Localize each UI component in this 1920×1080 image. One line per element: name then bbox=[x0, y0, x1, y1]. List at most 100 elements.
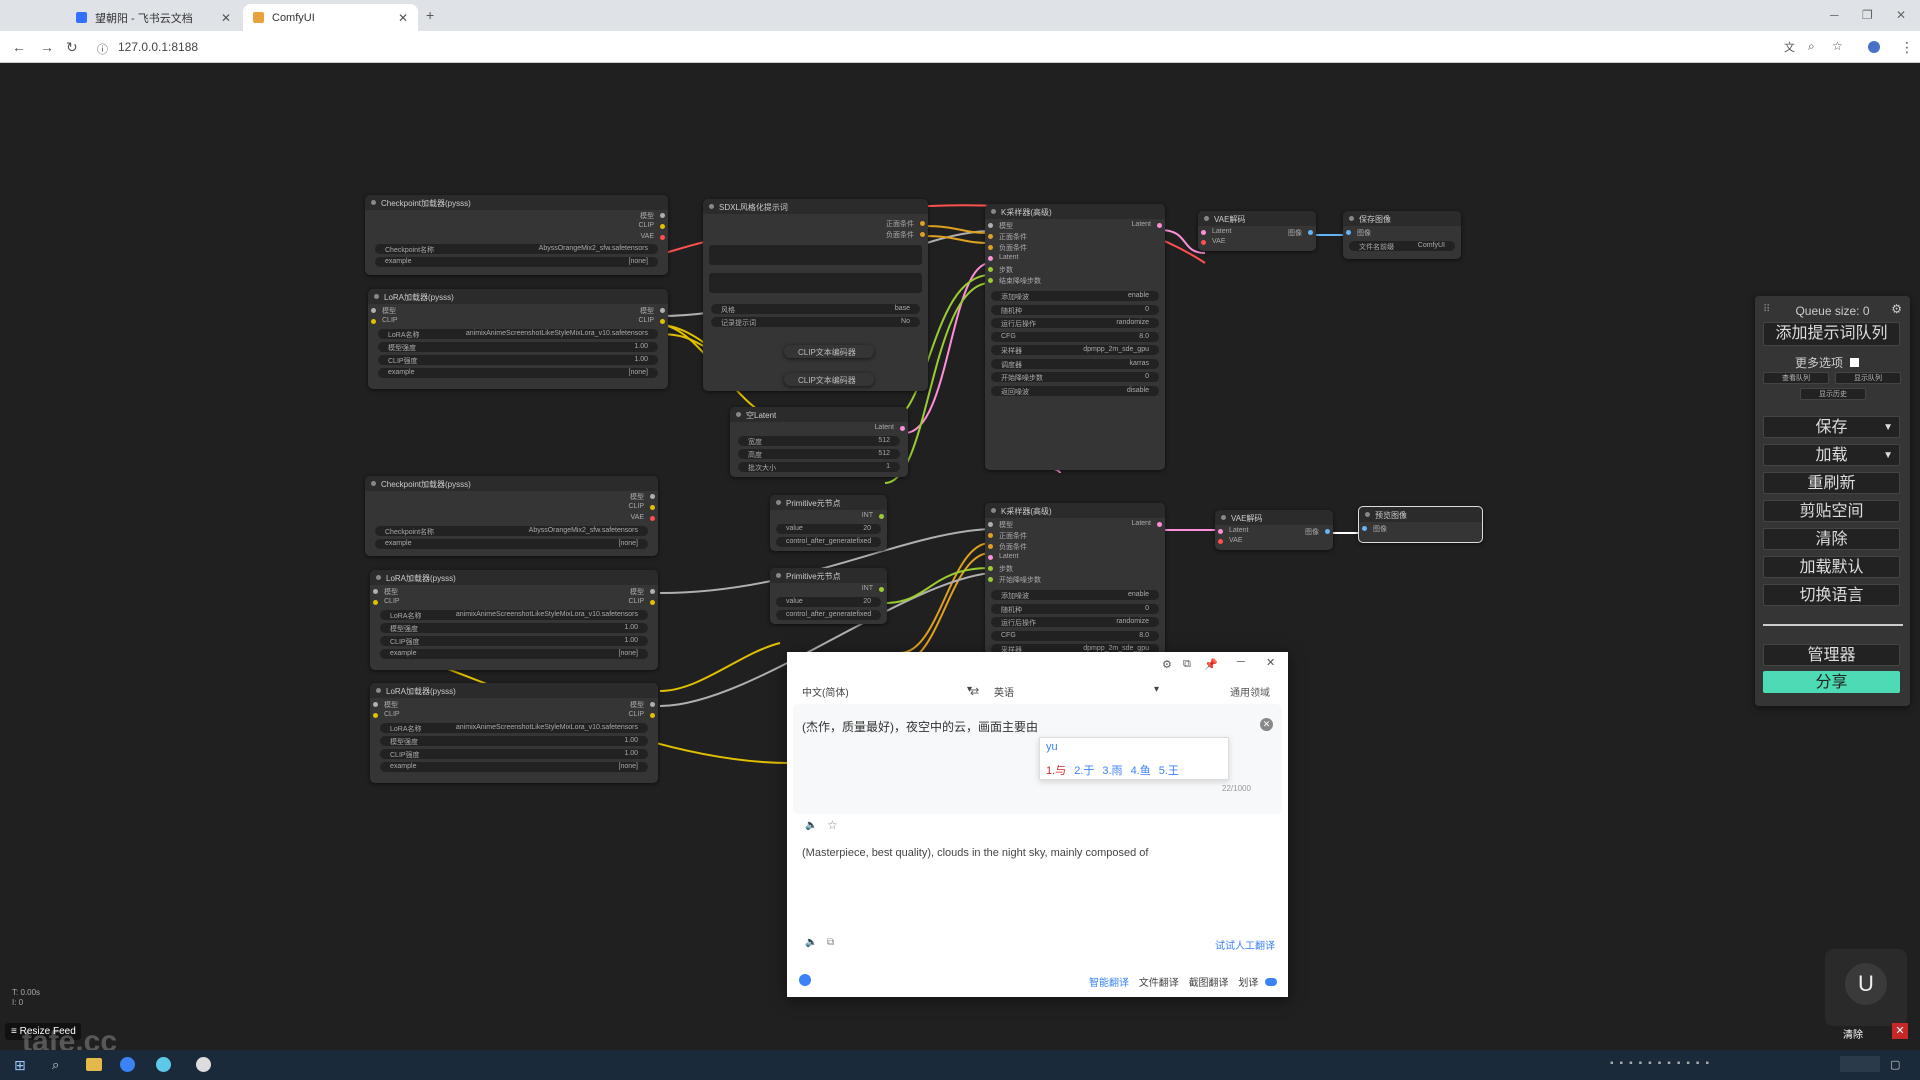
ime-candidate[interactable]: 3.雨 bbox=[1102, 765, 1122, 777]
model-strength-widget[interactable]: 模型强度 1.00 bbox=[380, 623, 648, 633]
node-clip-encoder-1[interactable]: CLIP文本编码器 bbox=[784, 345, 874, 358]
minimize-icon[interactable]: ─ bbox=[1237, 656, 1245, 668]
minimize-icon[interactable]: ─ bbox=[1830, 8, 1839, 22]
ckpt-name-widget[interactable]: Checkpoint名称 AbyssOrangeMix2_sfw.safetens… bbox=[375, 526, 648, 536]
sampler-widget[interactable]: 运行后操作 randomize bbox=[991, 318, 1159, 328]
pin-icon[interactable]: 📌 bbox=[1204, 658, 1218, 671]
node-lora-3[interactable]: LoRA加载器(pysss) 模型 CLIP 模型 CLIP LoRA名称 ani… bbox=[370, 683, 658, 783]
input-dot[interactable] bbox=[988, 522, 993, 527]
input-dot[interactable] bbox=[988, 267, 993, 272]
input-dot[interactable] bbox=[988, 544, 993, 549]
screenshot-icon[interactable]: ⧉ bbox=[1183, 658, 1191, 671]
example-widget[interactable]: example [none] bbox=[375, 539, 648, 549]
screenshot-translate-tab[interactable]: 截图翻译 bbox=[1189, 978, 1229, 989]
filename-prefix-widget[interactable]: 文件名前缀 ComfyUI bbox=[1349, 241, 1455, 251]
input-dot[interactable] bbox=[371, 319, 376, 324]
output-dot[interactable] bbox=[650, 589, 655, 594]
input-dot[interactable] bbox=[988, 245, 993, 250]
menu-icon[interactable]: ⋮ bbox=[1900, 39, 1914, 56]
input-dot[interactable] bbox=[988, 278, 993, 283]
load-default-button[interactable]: 加载默认 bbox=[1763, 556, 1900, 578]
sampler-widget[interactable]: 随机种 0 bbox=[991, 603, 1159, 614]
app-icon[interactable] bbox=[156, 1057, 171, 1072]
node-primitive-1[interactable]: Primitive元节点 INT value 20 control_after_g… bbox=[770, 495, 887, 551]
sampler-widget[interactable]: 运行后操作 randomize bbox=[991, 617, 1159, 627]
sampler-widget[interactable]: 采样器 dpmpp_2m_sde_gpu bbox=[991, 345, 1159, 355]
clip-strength-widget[interactable]: CLIP强度 1.00 bbox=[380, 749, 648, 759]
back-icon[interactable]: ← bbox=[12, 39, 26, 55]
zoom-icon[interactable]: ⌕ bbox=[1808, 39, 1815, 54]
bookmark-star-icon[interactable]: ☆ bbox=[1832, 39, 1843, 53]
close-icon[interactable]: ✕ bbox=[398, 11, 408, 25]
queue-prompt-button[interactable]: 添加提示词队列 bbox=[1763, 322, 1900, 346]
search-icon[interactable]: ⌕ bbox=[52, 1057, 59, 1073]
select-translate-toggle[interactable]: 划译 bbox=[1238, 978, 1258, 989]
node-ksampler-1[interactable]: K采样器(高级) Latent 模型 正面条件 负面条件 Latent 步数 结束降噪步数… bbox=[985, 204, 1165, 470]
input-dot[interactable] bbox=[1362, 526, 1367, 531]
negative-text-area[interactable] bbox=[709, 273, 922, 293]
model-strength-widget[interactable]: 模型强度 1.00 bbox=[380, 736, 648, 746]
output-dot[interactable] bbox=[1308, 230, 1313, 235]
output-dot[interactable] bbox=[650, 516, 655, 521]
save-dropdown-icon[interactable]: ▼ bbox=[1883, 417, 1893, 438]
sampler-widget[interactable]: 添加噪波 enable bbox=[991, 590, 1159, 600]
node-checkpoint-1[interactable]: Checkpoint加载器(pysss) 模型 CLIP VAE Checkpo… bbox=[365, 195, 668, 275]
profile-icon[interactable] bbox=[1868, 41, 1880, 53]
new-tab-icon[interactable]: + bbox=[426, 7, 434, 23]
control-widget[interactable]: control_after_generate fixed bbox=[776, 537, 881, 547]
output-dot[interactable] bbox=[650, 505, 655, 510]
clock[interactable] bbox=[1840, 1056, 1880, 1072]
input-dot[interactable] bbox=[988, 533, 993, 538]
ime-candidate[interactable]: 1.与 bbox=[1046, 765, 1066, 777]
extra-options-checkbox[interactable] bbox=[1850, 358, 1860, 367]
input-dot[interactable] bbox=[988, 566, 993, 571]
input-dot[interactable] bbox=[988, 234, 993, 239]
site-info-icon[interactable]: ⓘ bbox=[97, 41, 108, 57]
node-lora-1[interactable]: LoRA加载器(pysss) 模型 CLIP 模型 CLIP LoRA名称 ani… bbox=[368, 289, 668, 389]
source-language-select[interactable]: 中文(简体) ▾ bbox=[802, 684, 972, 700]
node-vae-decode-2[interactable]: VAE解码 Latent VAE 图像 bbox=[1215, 510, 1333, 550]
url-field[interactable]: 127.0.0.1:8188 bbox=[118, 40, 198, 54]
example-widget[interactable]: example [none] bbox=[380, 762, 648, 772]
output-dot[interactable] bbox=[920, 221, 925, 226]
input-dot[interactable] bbox=[988, 577, 993, 582]
start-icon[interactable]: ⊞ bbox=[14, 1057, 26, 1074]
sampler-widget[interactable]: 随机种 0 bbox=[991, 304, 1159, 315]
load-button[interactable]: 加载 ▼ bbox=[1763, 444, 1900, 466]
human-translation-link[interactable]: 试试人工翻译 bbox=[1215, 937, 1275, 952]
output-dot[interactable] bbox=[900, 426, 905, 431]
output-dot[interactable] bbox=[1157, 223, 1162, 228]
input-dot[interactable] bbox=[1201, 240, 1206, 245]
output-dot[interactable] bbox=[660, 319, 665, 324]
reload-icon[interactable]: ↻ bbox=[66, 39, 78, 56]
output-dot[interactable] bbox=[1157, 522, 1162, 527]
view-history-button[interactable]: 显示历史 bbox=[1800, 388, 1866, 400]
node-checkpoint-2[interactable]: Checkpoint加载器(pysss) 模型 CLIP VAE Checkpo… bbox=[365, 476, 658, 556]
example-widget[interactable]: example [none] bbox=[378, 368, 658, 378]
swap-languages-icon[interactable]: ⇄ bbox=[970, 685, 979, 698]
close-window-icon[interactable]: ✕ bbox=[1896, 8, 1906, 22]
show-queue-button[interactable]: 显示队列 bbox=[1835, 372, 1901, 384]
output-dot[interactable] bbox=[650, 494, 655, 499]
close-icon[interactable]: ✕ bbox=[221, 11, 231, 25]
input-dot[interactable] bbox=[988, 223, 993, 228]
node-vae-decode-1[interactable]: VAE解码 Latent VAE 图像 bbox=[1198, 211, 1316, 251]
sampler-widget[interactable]: 添加噪波 enable bbox=[991, 291, 1159, 301]
close-icon[interactable]: ✕ bbox=[1266, 656, 1275, 669]
sampler-widget[interactable]: 调度器 karras bbox=[991, 358, 1159, 369]
ime-candidate[interactable]: 4.鱼 bbox=[1131, 765, 1151, 777]
sampler-widget[interactable]: CFG 8.0 bbox=[991, 331, 1159, 342]
output-dot[interactable] bbox=[879, 514, 884, 519]
input-dot[interactable] bbox=[1218, 529, 1223, 534]
view-queue-button[interactable]: 查看队列 bbox=[1763, 372, 1829, 384]
output-dot[interactable] bbox=[650, 702, 655, 707]
copy-icon[interactable]: ⧉ bbox=[827, 937, 834, 948]
control-widget[interactable]: control_after_generate fixed bbox=[776, 610, 881, 620]
output-dot[interactable] bbox=[1325, 529, 1330, 534]
input-dot[interactable] bbox=[371, 308, 376, 313]
input-dot[interactable] bbox=[373, 702, 378, 707]
speaker-icon[interactable]: 🔈 bbox=[805, 820, 817, 831]
browser-icon[interactable] bbox=[120, 1057, 135, 1072]
close-feed-icon[interactable]: ✕ bbox=[1892, 1023, 1908, 1039]
sampler-widget[interactable]: 返回噪波 disable bbox=[991, 385, 1159, 396]
